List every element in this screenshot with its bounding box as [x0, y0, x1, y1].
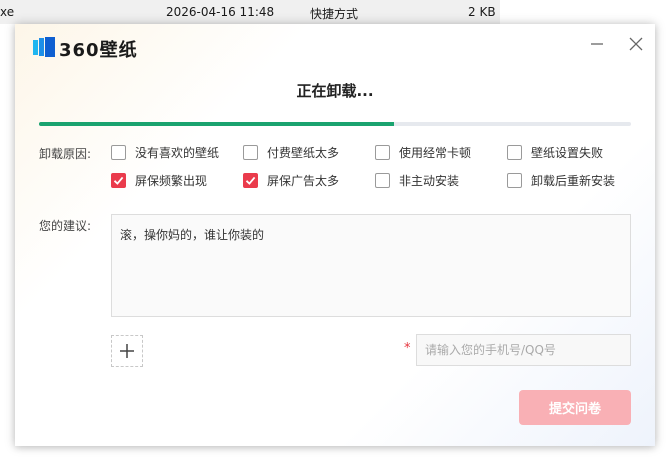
uninstall-dialog: 360壁纸 正在卸载... 卸载原因: 没有喜欢的壁纸 付费壁纸太多 使用经常卡顿 壁…: [15, 24, 655, 446]
file-type: 快捷方式: [310, 7, 359, 21]
reason-checkbox[interactable]: [111, 172, 126, 188]
reason-label: 卸载后重新安装: [531, 173, 616, 188]
reasons-label: 卸载原因:: [39, 147, 92, 161]
reason-label: 屏保频繁出现: [135, 173, 208, 188]
suggestion-textarea[interactable]: [111, 214, 631, 317]
background-file-row: xe 2026-04-16 11:48 快捷方式 2 KB: [0, 0, 500, 24]
close-icon: [629, 37, 643, 51]
close-button[interactable]: [624, 32, 648, 56]
reason-checkbox[interactable]: [375, 172, 390, 188]
reason-label: 没有喜欢的壁纸: [135, 145, 220, 160]
reason-checkbox[interactable]: [507, 144, 522, 160]
reason-checkbox[interactable]: [375, 144, 390, 160]
reason-option[interactable]: 付费壁纸太多: [243, 143, 339, 161]
file-size: 2 KB: [468, 5, 496, 19]
reason-option[interactable]: 屏保频繁出现: [111, 171, 207, 189]
minimize-icon: [591, 43, 603, 45]
reason-checkbox[interactable]: [507, 172, 522, 188]
phone-qq-input[interactable]: [416, 334, 631, 366]
suggestion-label: 您的建议:: [39, 219, 92, 233]
submit-survey-button[interactable]: 提交问卷: [519, 390, 631, 425]
reason-checkbox[interactable]: [243, 144, 258, 160]
page-title: 正在卸载...: [296, 82, 374, 100]
file-date-modified: 2026-04-16 11:48: [166, 5, 275, 19]
reason-option[interactable]: 卸载后重新安装: [507, 171, 615, 189]
reason-option[interactable]: 使用经常卡顿: [375, 143, 471, 161]
checkmark-icon: [113, 176, 124, 185]
checkmark-icon: [245, 176, 256, 185]
background-blank: [500, 0, 670, 24]
progress-fill: [39, 122, 395, 126]
reason-label: 非主动安装: [399, 173, 460, 188]
reason-checkbox[interactable]: [111, 144, 126, 160]
reason-option[interactable]: 屏保广告太多: [243, 171, 339, 189]
plus-icon: [120, 344, 134, 358]
360-wallpaper-logo-icon: [33, 37, 55, 57]
file-name-fragment: xe: [0, 5, 15, 19]
reason-label: 屏保广告太多: [267, 173, 340, 188]
app-name: 360壁纸: [59, 40, 138, 61]
reason-option[interactable]: 非主动安装: [375, 171, 459, 189]
add-attachment-button[interactable]: [111, 335, 143, 367]
reason-label: 使用经常卡顿: [399, 145, 472, 160]
reason-checkbox[interactable]: [243, 172, 258, 188]
reason-label: 壁纸设置失败: [531, 145, 604, 160]
uninstall-progress-bar: [39, 122, 631, 126]
reason-label: 付费壁纸太多: [267, 145, 340, 160]
reason-option[interactable]: 没有喜欢的壁纸: [111, 143, 219, 161]
reason-option[interactable]: 壁纸设置失败: [507, 143, 603, 161]
required-mark: *: [404, 341, 411, 356]
minimize-button[interactable]: [585, 32, 609, 56]
